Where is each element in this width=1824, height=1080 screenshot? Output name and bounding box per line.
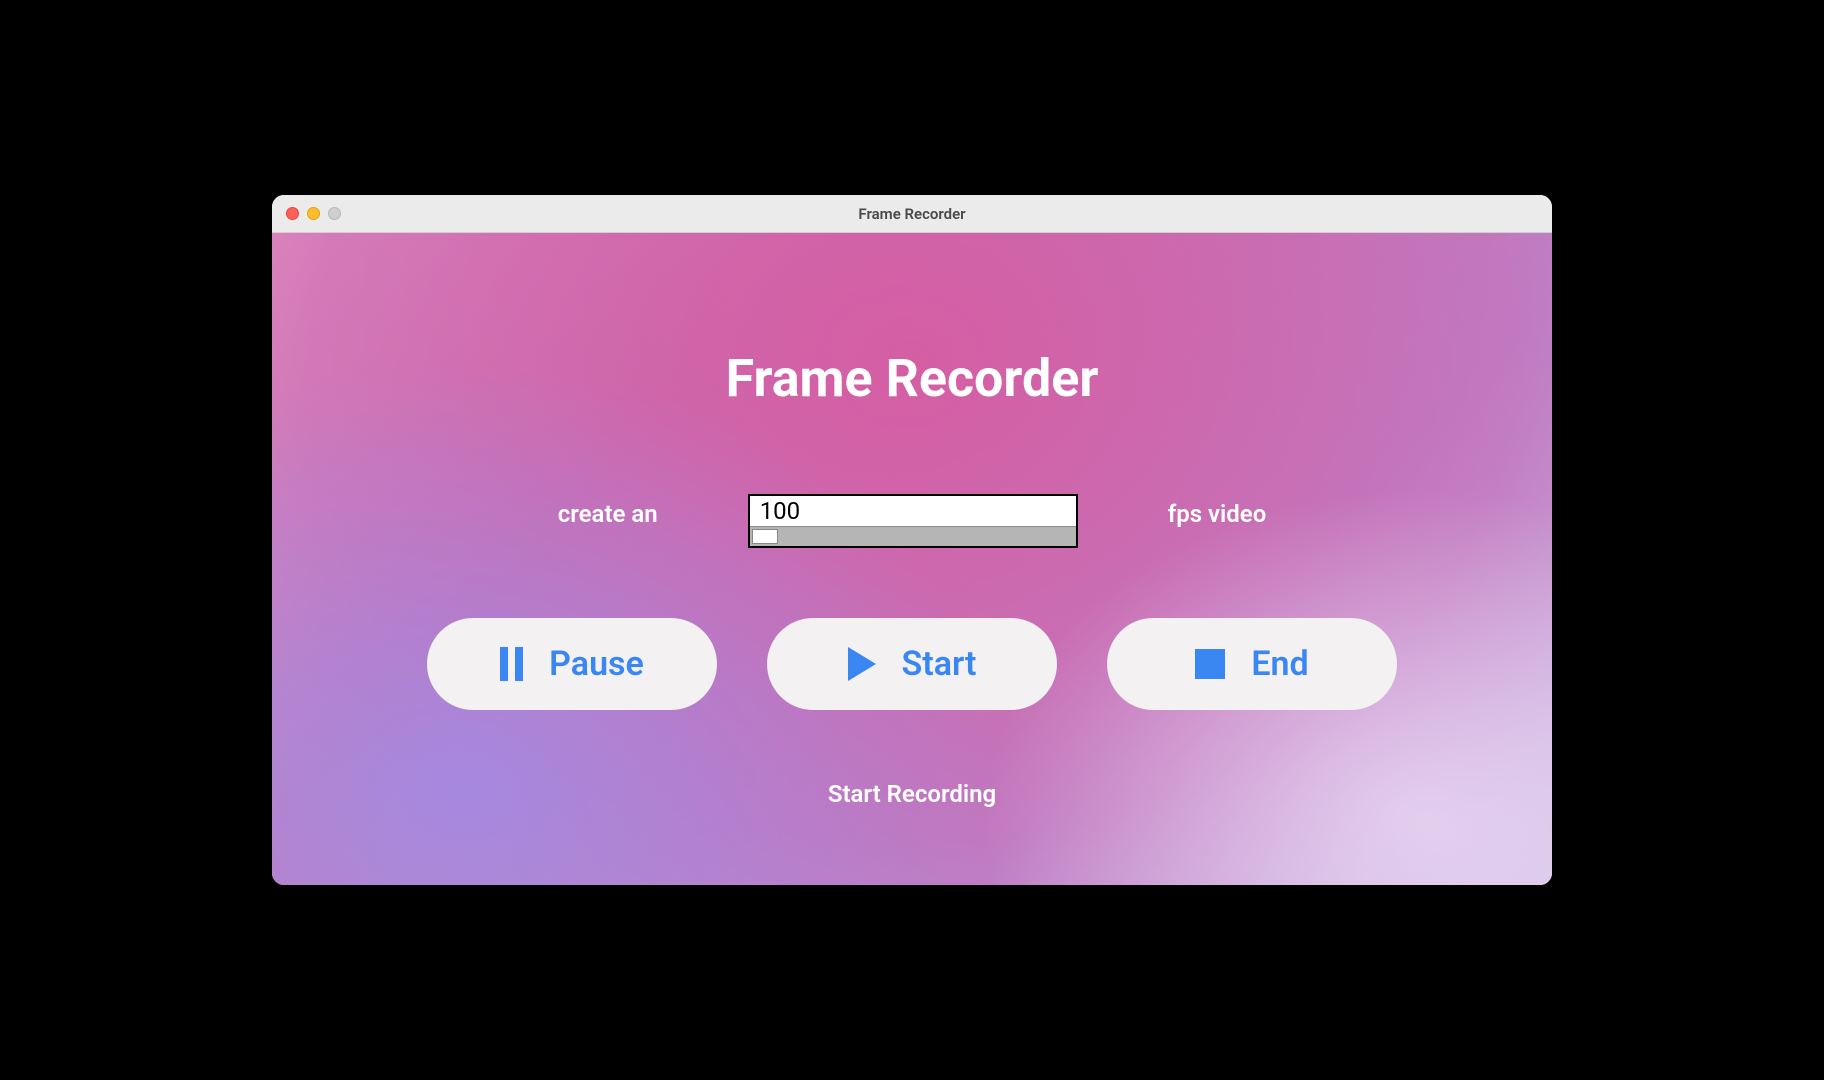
pause-button-label: Pause: [549, 644, 644, 684]
button-row: Pause Start End: [427, 618, 1397, 710]
fps-slider-track[interactable]: [750, 526, 1076, 546]
traffic-lights: [286, 207, 341, 220]
status-text: Start Recording: [828, 780, 996, 808]
pause-button[interactable]: Pause: [427, 618, 717, 710]
fps-spinbox[interactable]: 100: [748, 494, 1078, 548]
maximize-icon: [328, 207, 341, 220]
end-button[interactable]: End: [1107, 618, 1397, 710]
end-button-label: End: [1251, 644, 1308, 684]
minimize-icon[interactable]: [307, 207, 320, 220]
fps-suffix-label: fps video: [1168, 500, 1267, 528]
app-window: Frame Recorder Frame Recorder create an …: [272, 195, 1552, 885]
fps-row: create an 100 fps video: [558, 494, 1267, 548]
close-icon[interactable]: [286, 207, 299, 220]
fps-value[interactable]: 100: [750, 496, 1076, 526]
fps-prefix-label: create an: [558, 500, 658, 528]
titlebar[interactable]: Frame Recorder: [272, 195, 1552, 233]
window-title: Frame Recorder: [272, 205, 1552, 223]
play-icon: [848, 647, 876, 681]
page-title: Frame Recorder: [726, 348, 1099, 409]
start-button[interactable]: Start: [767, 618, 1057, 710]
fps-slider-thumb[interactable]: [752, 529, 778, 544]
start-button-label: Start: [902, 644, 977, 684]
pause-icon: [500, 647, 523, 681]
stop-icon: [1195, 649, 1225, 679]
content-area: Frame Recorder create an 100 fps video P…: [272, 233, 1552, 885]
